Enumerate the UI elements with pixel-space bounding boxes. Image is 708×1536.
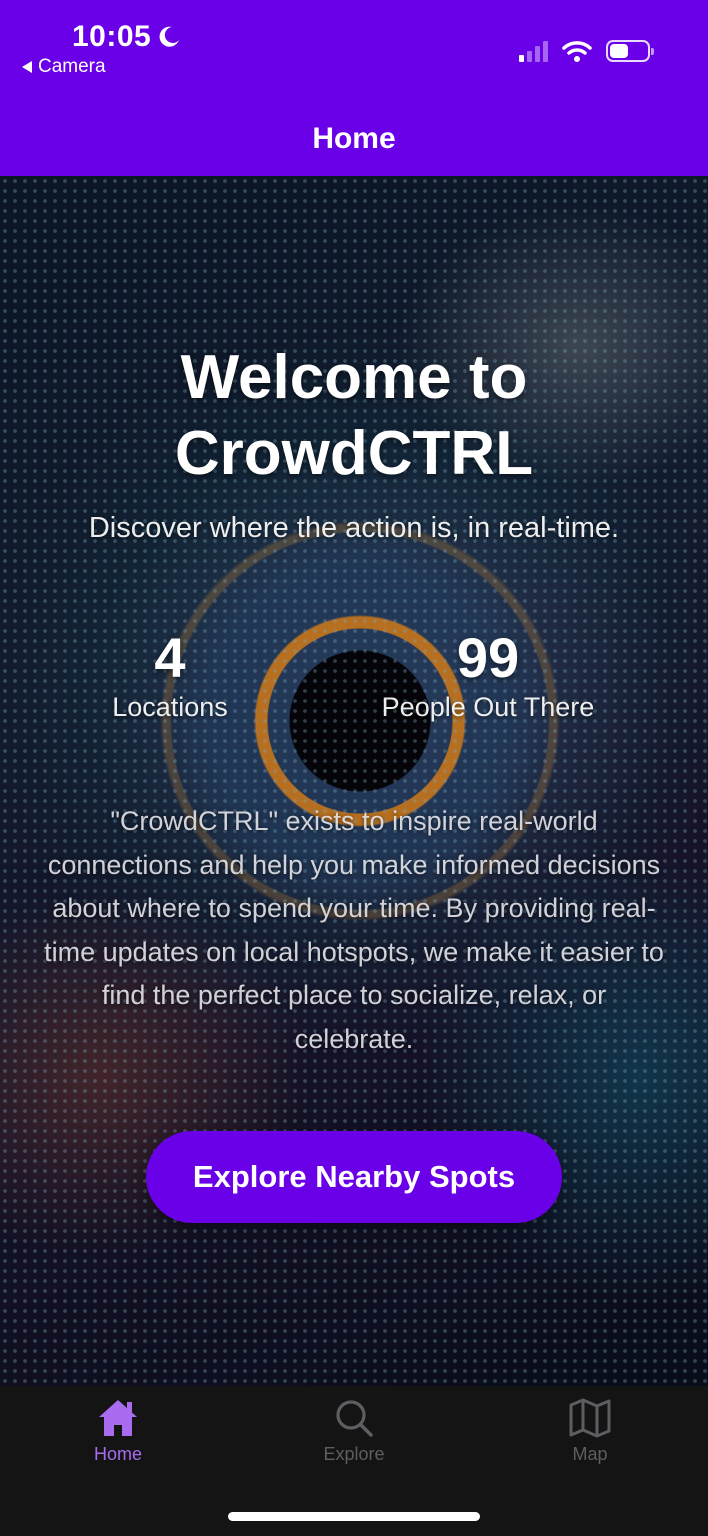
explore-nearby-spots-button[interactable]: Explore Nearby Spots [146,1131,562,1223]
tab-home[interactable]: Home [48,1398,188,1465]
map-icon [569,1398,611,1438]
tab-home-label: Home [93,1444,142,1464]
page-title: Home [312,122,396,155]
stat-label: People Out There [381,692,595,722]
hero-subtitle: Discover where the action is, in real-ti… [88,512,620,544]
back-app-label: Camera [38,56,106,77]
mission-text: "CrowdCTRL" exists to inspire real-world… [44,806,664,1054]
stat-locations: 4 Locations [70,626,270,723]
search-icon [336,1400,373,1437]
status-indicators [519,40,654,62]
moon-icon [159,26,180,47]
stat-value: 4 [154,626,186,689]
cellular-signal-icon [519,40,548,62]
battery-level [610,44,628,58]
stat-value: 99 [456,626,520,689]
status-time: 10:05 [72,20,181,54]
home-indicator[interactable] [228,1512,480,1521]
welcome-heading: Welcome to CrowdCTRL [40,340,668,492]
tab-map-label: Map [572,1444,608,1464]
welcome-line-2: CrowdCTRL [174,419,534,488]
back-arrow-icon [22,61,32,73]
tab-explore[interactable]: Explore [284,1398,424,1465]
back-to-app-link[interactable]: Camera [22,56,106,78]
wifi-icon [562,41,592,62]
status-time-text: 10:05 [72,20,152,53]
stat-people: 99 People Out There [348,626,628,723]
tab-explore-label: Explore [323,1444,385,1464]
app-header: 10:05 Camera Home [0,0,708,176]
battery-icon [606,40,654,62]
home-icon [99,1400,137,1436]
welcome-line-1: Welcome to [180,343,528,412]
tab-map[interactable]: Map [520,1398,660,1465]
hero-section: Welcome to CrowdCTRL Discover where the … [0,176,708,1386]
stat-label: Locations [112,692,228,722]
